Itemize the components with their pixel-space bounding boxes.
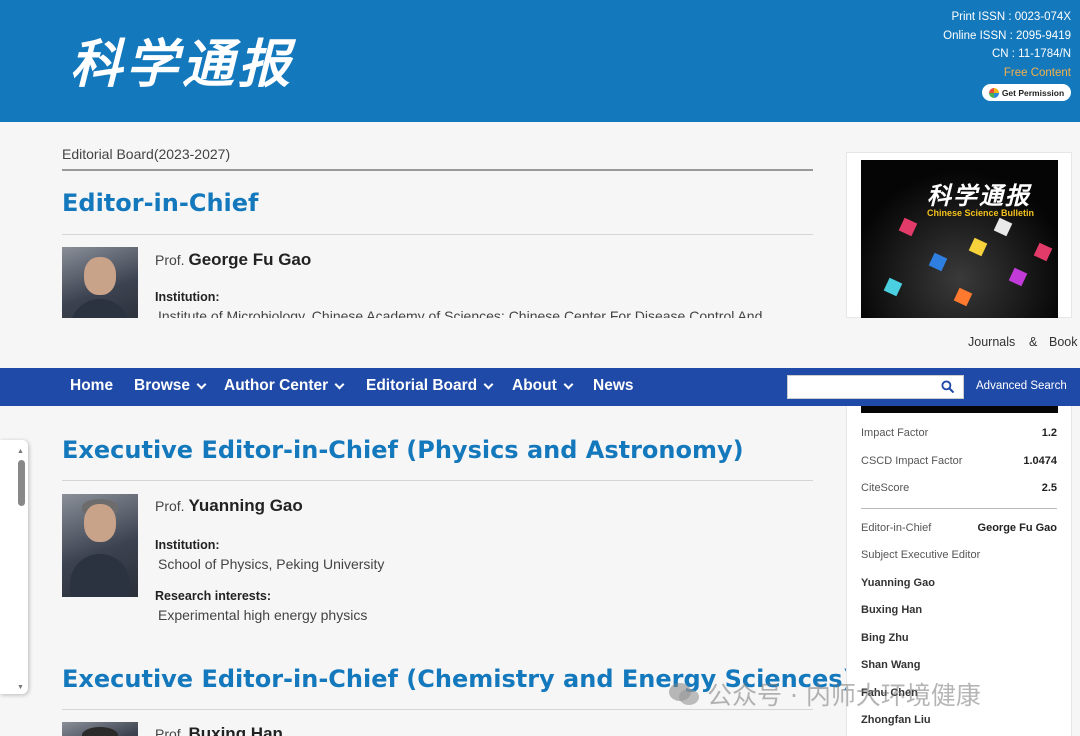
cover-title: 科学通报	[927, 181, 1031, 210]
books-link[interactable]: Book	[1049, 335, 1078, 349]
scroll-up-icon[interactable]: ▲	[17, 448, 24, 455]
nav-editorial-board[interactable]: Editorial Board	[366, 377, 494, 395]
get-permission-label: Get Permission	[1001, 87, 1065, 98]
editor-name-chemistry[interactable]: Prof. Buxing Han	[155, 724, 283, 736]
get-permission-button[interactable]: Get Permission	[982, 84, 1071, 101]
scrollbar-thumb[interactable]	[18, 460, 25, 506]
chevron-down-icon	[334, 379, 345, 389]
cn-number: CN : 11-1784/N	[991, 48, 1071, 60]
metrics-divider	[861, 508, 1057, 509]
site-header: 科学通报 Print ISSN : 0023-074X Online ISSN …	[0, 0, 1080, 122]
section-divider	[62, 234, 813, 235]
journal-cover-image-bottom	[861, 406, 1058, 413]
cover-subtitle: Chinese Science Bulletin	[927, 208, 1035, 218]
nav-about[interactable]: About	[512, 377, 574, 395]
photo-yuanning-gao	[62, 494, 138, 597]
breadcrumb: Editorial Board(2023-2027)	[62, 146, 231, 162]
photo-george-fu-gao	[62, 247, 138, 318]
metric-citescore: CiteScore 2.5	[861, 482, 1057, 494]
issn-info: Print ISSN : 0023-074X Online ISSN : 209…	[943, 8, 1071, 82]
subject-editor-name[interactable]: Buxing Han	[861, 604, 922, 616]
wechat-icon	[669, 683, 699, 705]
chevron-down-icon	[196, 379, 207, 389]
section-title-chief: Editor-in-Chief	[62, 189, 259, 217]
subject-editor-name[interactable]: Zhongfan Liu	[861, 714, 931, 726]
free-content-link[interactable]: Free Content	[943, 64, 1071, 83]
ampersand: &	[1029, 335, 1038, 349]
photo-buxing-han	[62, 722, 138, 736]
nav-browse[interactable]: Browse	[134, 377, 207, 395]
editor-name-chief[interactable]: Prof. George Fu Gao	[155, 250, 311, 270]
editor-name-physics[interactable]: Prof. Yuanning Gao	[155, 496, 303, 516]
scroll-down-icon[interactable]: ▼	[17, 684, 24, 691]
subject-editor-heading: Subject Executive Editor	[861, 549, 981, 561]
print-issn: Print ISSN : 0023-074X	[951, 11, 1071, 23]
search-icon[interactable]	[941, 380, 954, 393]
online-issn: Online ISSN : 2095-9419	[943, 29, 1071, 42]
nav-home[interactable]: Home	[70, 377, 113, 395]
research-label: Research interests:	[155, 589, 272, 603]
advanced-search-link[interactable]: Advanced Search	[976, 380, 1067, 392]
chevron-down-icon	[563, 379, 574, 389]
chevron-down-icon	[483, 379, 494, 389]
subject-editor-name[interactable]: Shan Wang	[861, 659, 920, 671]
sidebar-cover-panel: 科学通报 Chinese Science Bulletin	[846, 152, 1072, 330]
subject-editor-name[interactable]: Bing Zhu	[861, 632, 909, 644]
editor-in-chief-row: Editor-in-Chief George Fu Gao	[861, 522, 1057, 534]
section-title-physics: Executive Editor-in-Chief (Physics and A…	[62, 436, 744, 464]
wechat-watermark: 公众号 · 内师大环境健康	[667, 676, 981, 712]
institution-label: Institution:	[155, 290, 220, 304]
section-divider	[62, 480, 813, 481]
institution-label: Institution:	[155, 538, 220, 552]
main-navbar: Home Browse Author Center Editorial Boar…	[0, 368, 1080, 406]
subject-editor-name[interactable]: Yuanning Gao	[861, 577, 935, 589]
permission-logo-icon	[988, 87, 999, 98]
metric-cscd-impact-factor: CSCD Impact Factor 1.0474	[861, 455, 1057, 467]
nav-author-center[interactable]: Author Center	[224, 377, 345, 395]
journal-cover-image[interactable]: 科学通报 Chinese Science Bulletin	[861, 160, 1058, 330]
journal-logo[interactable]: 科学通报	[70, 22, 294, 97]
watermark-text: 公众号 · 内师大环境健康	[707, 681, 981, 710]
metric-impact-factor: Impact Factor 1.2	[861, 427, 1057, 439]
floating-scrollbar-panel: ▲ ▼	[0, 440, 28, 694]
top-links-bar: Journals & Book	[0, 318, 1080, 368]
nav-news[interactable]: News	[593, 377, 634, 395]
search-box	[787, 375, 964, 399]
institution-value: Institute of Microbiology, Chinese Acade…	[158, 308, 763, 318]
breadcrumb-divider	[62, 169, 813, 171]
institution-value: School of Physics, Peking University	[158, 556, 385, 572]
journals-link[interactable]: Journals	[968, 335, 1015, 349]
search-input[interactable]	[788, 376, 936, 398]
research-value: Experimental high energy physics	[158, 607, 368, 623]
